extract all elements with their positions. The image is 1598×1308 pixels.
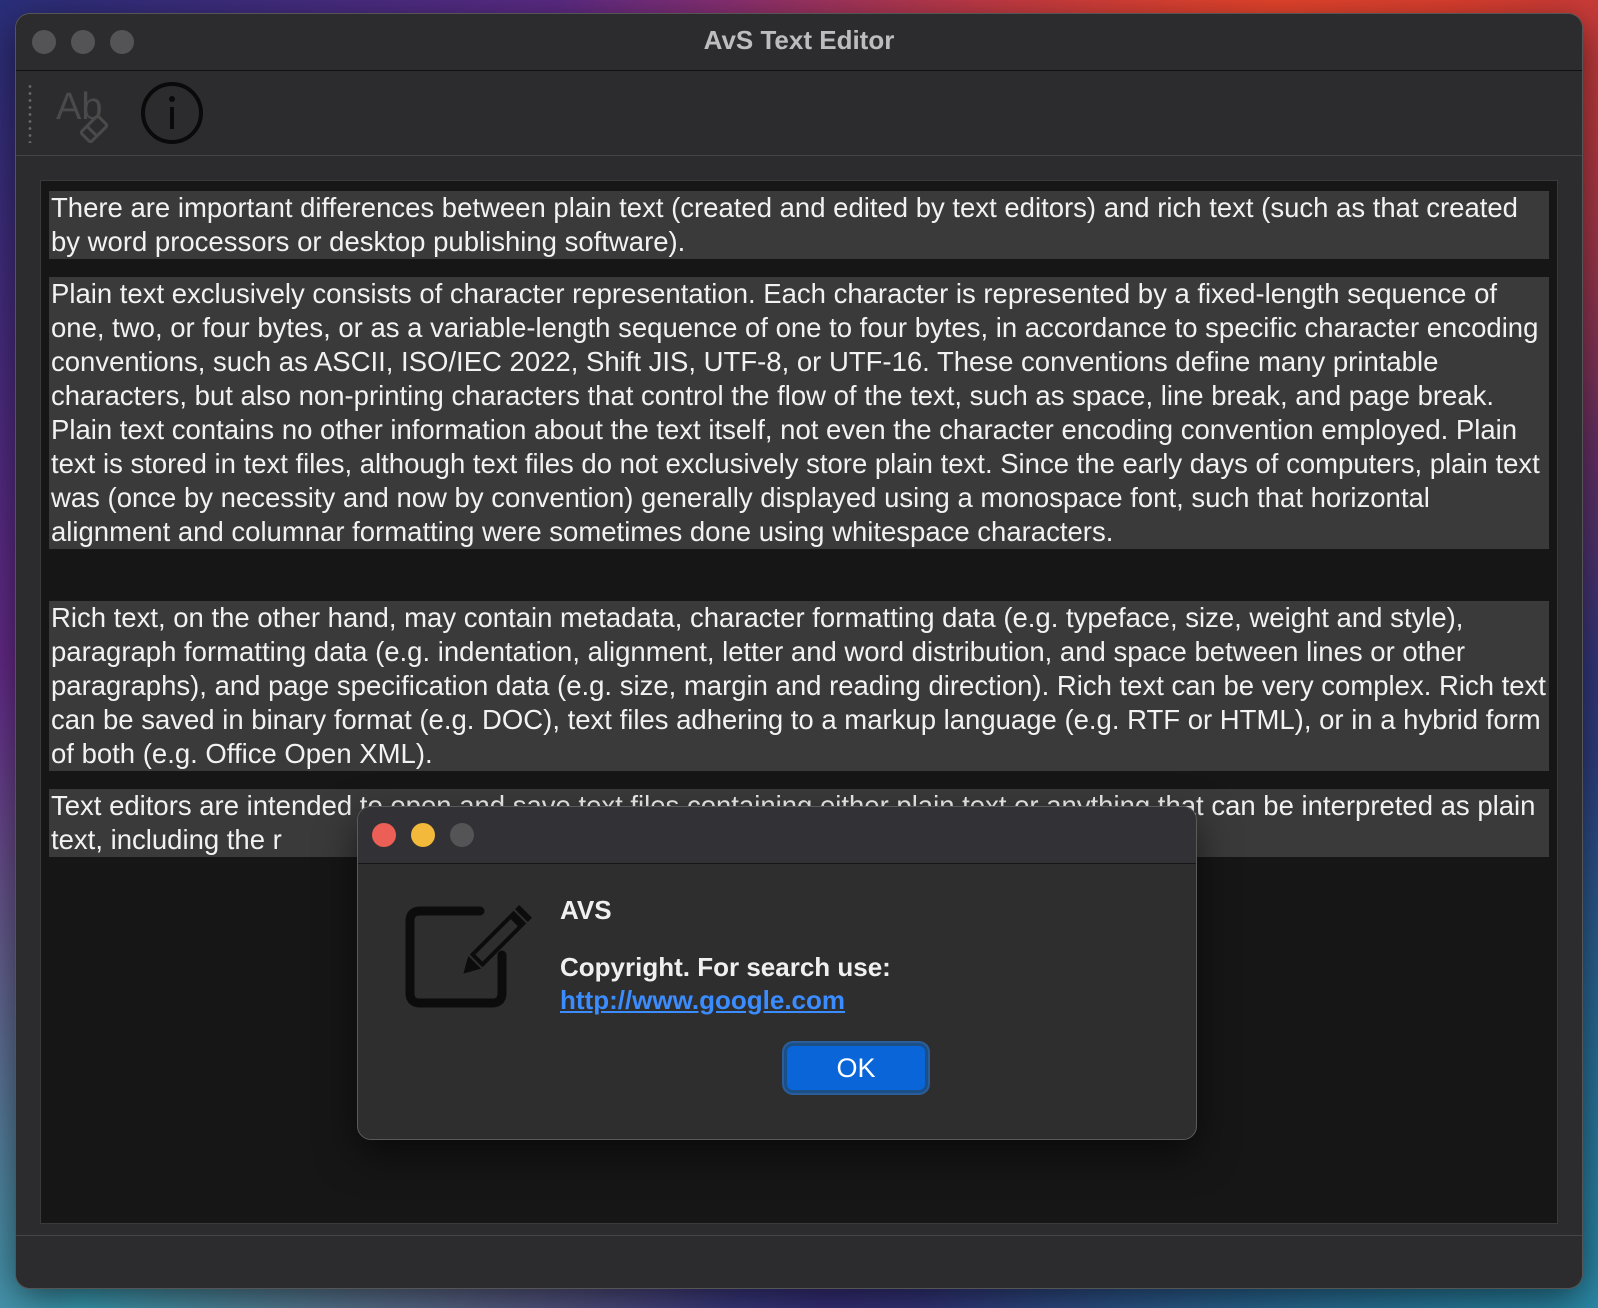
dialog-message: Copyright. For search use: http://www.go… — [560, 951, 1040, 1017]
google-link[interactable]: http://www.google.com — [560, 985, 845, 1015]
dialog-zoom-button — [450, 823, 474, 847]
dialog-title-bar[interactable] — [358, 807, 1196, 864]
paragraph[interactable]: Plain text exclusively consists of chara… — [49, 277, 1549, 549]
title-bar[interactable]: AvS Text Editor — [16, 14, 1582, 71]
edit-icon — [402, 899, 534, 1011]
dialog-minimize-button[interactable] — [411, 823, 435, 847]
info-icon[interactable] — [140, 81, 204, 145]
toolbar: Ab — [16, 71, 1582, 156]
status-bar — [16, 1235, 1582, 1288]
dialog-heading: AVS — [560, 895, 612, 925]
about-dialog: AVS Copyright. For search use: http://ww… — [357, 806, 1197, 1140]
window-title: AvS Text Editor — [703, 25, 895, 55]
ok-button[interactable]: OK — [784, 1043, 928, 1093]
paragraph[interactable]: There are important differences between … — [49, 191, 1549, 259]
font-style-icon[interactable]: Ab — [54, 85, 114, 145]
toolbar-grip-handle[interactable] — [28, 83, 32, 143]
paragraph[interactable]: Rich text, on the other hand, may contai… — [49, 601, 1549, 771]
dialog-close-button[interactable] — [372, 823, 396, 847]
svg-text:Ab: Ab — [56, 86, 102, 128]
dialog-message-text: Copyright. For search use: — [560, 952, 891, 982]
